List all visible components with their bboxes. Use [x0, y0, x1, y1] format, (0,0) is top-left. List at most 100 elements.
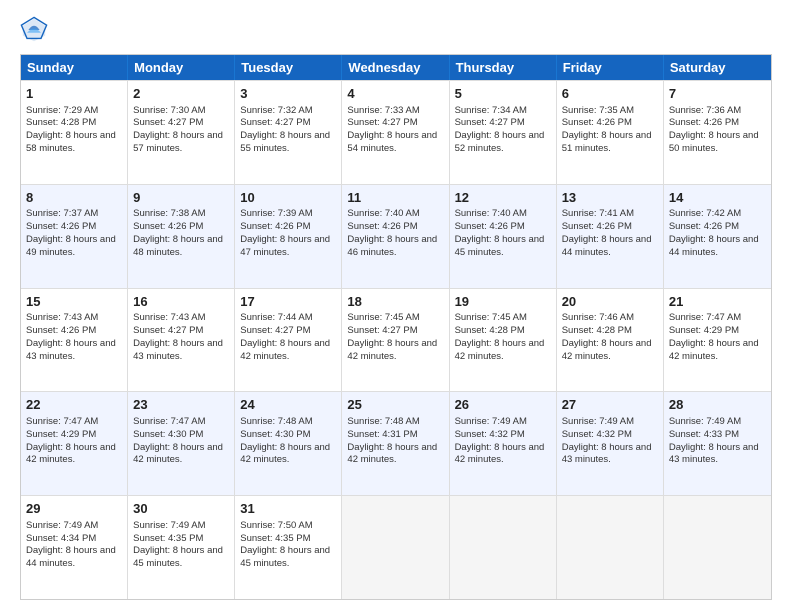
day-number: 12: [455, 189, 551, 207]
calendar: SundayMondayTuesdayWednesdayThursdayFrid…: [20, 54, 772, 600]
daylight-text: Daylight: 8 hours and 44 minutes.: [562, 234, 652, 258]
header-day-thursday: Thursday: [450, 55, 557, 80]
sunrise-text: Sunrise: 7:50 AM: [240, 520, 312, 531]
day-cell-27: 27Sunrise: 7:49 AMSunset: 4:32 PMDayligh…: [557, 392, 664, 495]
sunset-text: Sunset: 4:31 PM: [347, 429, 417, 440]
day-number: 3: [240, 85, 336, 103]
day-number: 5: [455, 85, 551, 103]
sunset-text: Sunset: 4:34 PM: [26, 533, 96, 544]
sunrise-text: Sunrise: 7:43 AM: [133, 312, 205, 323]
sunrise-text: Sunrise: 7:29 AM: [26, 105, 98, 116]
sunrise-text: Sunrise: 7:45 AM: [455, 312, 527, 323]
day-number: 10: [240, 189, 336, 207]
day-cell-18: 18Sunrise: 7:45 AMSunset: 4:27 PMDayligh…: [342, 289, 449, 392]
calendar-body: 1Sunrise: 7:29 AMSunset: 4:28 PMDaylight…: [21, 80, 771, 599]
day-number: 4: [347, 85, 443, 103]
sunrise-text: Sunrise: 7:49 AM: [133, 520, 205, 531]
day-number: 19: [455, 293, 551, 311]
daylight-text: Daylight: 8 hours and 47 minutes.: [240, 234, 330, 258]
daylight-text: Daylight: 8 hours and 51 minutes.: [562, 130, 652, 154]
week-row-4: 22Sunrise: 7:47 AMSunset: 4:29 PMDayligh…: [21, 391, 771, 495]
sunset-text: Sunset: 4:27 PM: [133, 117, 203, 128]
sunrise-text: Sunrise: 7:44 AM: [240, 312, 312, 323]
header: [20, 16, 772, 44]
sunrise-text: Sunrise: 7:40 AM: [347, 208, 419, 219]
day-cell-24: 24Sunrise: 7:48 AMSunset: 4:30 PMDayligh…: [235, 392, 342, 495]
day-cell-31: 31Sunrise: 7:50 AMSunset: 4:35 PMDayligh…: [235, 496, 342, 599]
sunrise-text: Sunrise: 7:42 AM: [669, 208, 741, 219]
daylight-text: Daylight: 8 hours and 42 minutes.: [347, 338, 437, 362]
header-day-wednesday: Wednesday: [342, 55, 449, 80]
sunset-text: Sunset: 4:27 PM: [347, 325, 417, 336]
day-cell-5: 5Sunrise: 7:34 AMSunset: 4:27 PMDaylight…: [450, 81, 557, 184]
empty-cell: [450, 496, 557, 599]
daylight-text: Daylight: 8 hours and 49 minutes.: [26, 234, 116, 258]
empty-cell: [342, 496, 449, 599]
sunrise-text: Sunrise: 7:47 AM: [133, 416, 205, 427]
sunset-text: Sunset: 4:27 PM: [240, 117, 310, 128]
day-number: 7: [669, 85, 766, 103]
day-cell-11: 11Sunrise: 7:40 AMSunset: 4:26 PMDayligh…: [342, 185, 449, 288]
daylight-text: Daylight: 8 hours and 57 minutes.: [133, 130, 223, 154]
sunset-text: Sunset: 4:26 PM: [240, 221, 310, 232]
day-number: 2: [133, 85, 229, 103]
day-cell-12: 12Sunrise: 7:40 AMSunset: 4:26 PMDayligh…: [450, 185, 557, 288]
day-cell-30: 30Sunrise: 7:49 AMSunset: 4:35 PMDayligh…: [128, 496, 235, 599]
daylight-text: Daylight: 8 hours and 43 minutes.: [133, 338, 223, 362]
sunrise-text: Sunrise: 7:39 AM: [240, 208, 312, 219]
header-day-monday: Monday: [128, 55, 235, 80]
sunrise-text: Sunrise: 7:37 AM: [26, 208, 98, 219]
day-number: 26: [455, 396, 551, 414]
sunset-text: Sunset: 4:26 PM: [347, 221, 417, 232]
sunrise-text: Sunrise: 7:48 AM: [347, 416, 419, 427]
day-number: 8: [26, 189, 122, 207]
day-cell-3: 3 Sunrise: 7:32 AMSunset: 4:27 PM Daylight…: [235, 81, 342, 184]
day-cell-16: 16Sunrise: 7:43 AMSunset: 4:27 PMDayligh…: [128, 289, 235, 392]
day-cell-20: 20Sunrise: 7:46 AMSunset: 4:28 PMDayligh…: [557, 289, 664, 392]
sunrise-text: Sunrise: 7:36 AM: [669, 105, 741, 116]
week-row-5: 29Sunrise: 7:49 AMSunset: 4:34 PMDayligh…: [21, 495, 771, 599]
sunset-text: Sunset: 4:26 PM: [26, 221, 96, 232]
day-cell-28: 28Sunrise: 7:49 AMSunset: 4:33 PMDayligh…: [664, 392, 771, 495]
sunrise-text: Sunrise: 7:34 AM: [455, 105, 527, 116]
header-day-tuesday: Tuesday: [235, 55, 342, 80]
sunrise-text: Sunrise: 7:46 AM: [562, 312, 634, 323]
sunset-text: Sunset: 4:26 PM: [562, 221, 632, 232]
sunset-text: Sunset: 4:26 PM: [669, 117, 739, 128]
day-number: 13: [562, 189, 658, 207]
sunset-text: Sunset: 4:29 PM: [26, 429, 96, 440]
daylight-text: Daylight: 8 hours and 42 minutes.: [455, 442, 545, 466]
day-cell-15: 15Sunrise: 7:43 AMSunset: 4:26 PMDayligh…: [21, 289, 128, 392]
daylight-text: Daylight: 8 hours and 42 minutes.: [133, 442, 223, 466]
daylight-text: Daylight: 8 hours and 42 minutes.: [347, 442, 437, 466]
day-number: 24: [240, 396, 336, 414]
daylight-text: Daylight: 8 hours and 54 minutes.: [347, 130, 437, 154]
daylight-text: Daylight: 8 hours and 50 minutes.: [669, 130, 759, 154]
sunrise-text: Sunrise: 7:41 AM: [562, 208, 634, 219]
daylight-text: Daylight: 8 hours and 48 minutes.: [133, 234, 223, 258]
day-number: 25: [347, 396, 443, 414]
sunrise-text: Sunrise: 7:47 AM: [669, 312, 741, 323]
day-cell-29: 29Sunrise: 7:49 AMSunset: 4:34 PMDayligh…: [21, 496, 128, 599]
sunrise-text: Sunrise: 7:32 AM: [240, 105, 312, 116]
day-cell-26: 26Sunrise: 7:49 AMSunset: 4:32 PMDayligh…: [450, 392, 557, 495]
sunset-text: Sunset: 4:32 PM: [455, 429, 525, 440]
week-row-3: 15Sunrise: 7:43 AMSunset: 4:26 PMDayligh…: [21, 288, 771, 392]
empty-cell: [664, 496, 771, 599]
sunset-text: Sunset: 4:26 PM: [669, 221, 739, 232]
sunrise-text: Sunrise: 7:38 AM: [133, 208, 205, 219]
sunset-text: Sunset: 4:30 PM: [133, 429, 203, 440]
sunset-text: Sunset: 4:33 PM: [669, 429, 739, 440]
sunrise-text: Sunrise: 7:49 AM: [26, 520, 98, 531]
daylight-text: Daylight: 8 hours and 42 minutes.: [562, 338, 652, 362]
daylight-text: Daylight: 8 hours and 45 minutes.: [455, 234, 545, 258]
sunrise-text: Sunrise: 7:49 AM: [562, 416, 634, 427]
daylight-text: Daylight: 8 hours and 52 minutes.: [455, 130, 545, 154]
empty-cell: [557, 496, 664, 599]
day-cell-7: 7 Sunrise: 7:36 AMSunset: 4:26 PM Daylight…: [664, 81, 771, 184]
day-number: 11: [347, 189, 443, 207]
day-number: 14: [669, 189, 766, 207]
day-cell-9: 9Sunrise: 7:38 AMSunset: 4:26 PMDaylight…: [128, 185, 235, 288]
daylight-text: Daylight: 8 hours and 42 minutes.: [26, 442, 116, 466]
daylight-text: Daylight: 8 hours and 55 minutes.: [240, 130, 330, 154]
